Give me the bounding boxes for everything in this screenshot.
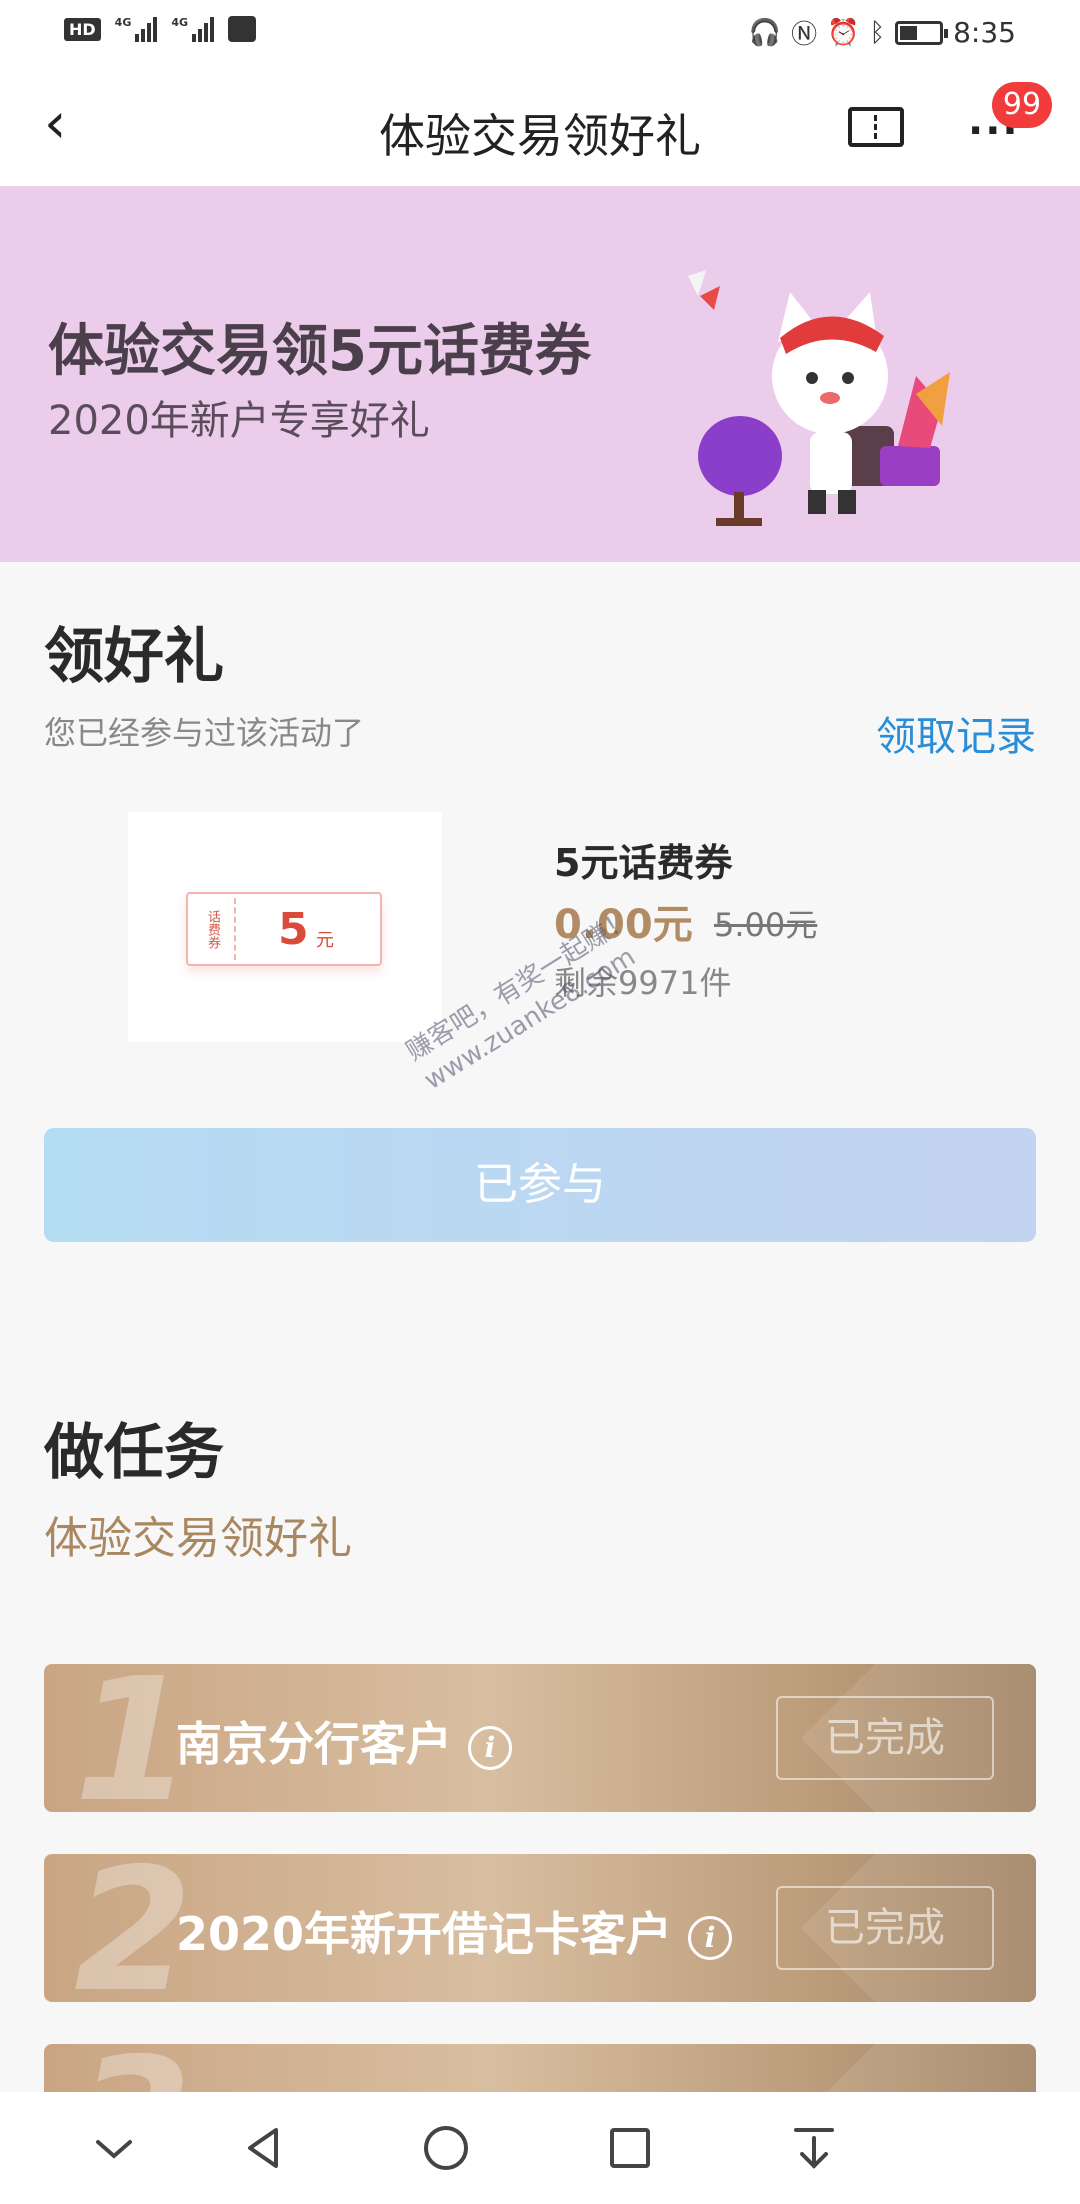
task-label-text: 2020年新开借记卡客户: [176, 1907, 673, 1961]
task-section-subtitle: 体验交易领好礼: [44, 1513, 352, 1564]
message-count-badge: 99: [992, 82, 1052, 128]
product-name: 5元话费券: [554, 841, 733, 885]
ticket-icon[interactable]: [848, 107, 904, 147]
task-status-button[interactable]: 已完成: [776, 1696, 994, 1780]
task-card[interactable]: 1 南京分行客户 i 已完成: [44, 1664, 1036, 1812]
clock: 8:35: [953, 16, 1016, 49]
task-number: 2: [74, 1854, 193, 2002]
info-icon[interactable]: i: [468, 1725, 512, 1770]
product-original-price: 5.00元: [714, 906, 818, 944]
signal-icon: 4G: [115, 16, 158, 42]
status-right: 🎧 Ⓝ ⏰ ᛒ 8:35: [749, 14, 1016, 51]
home-circle-icon[interactable]: [416, 2118, 476, 2178]
network-type-label: 4G: [171, 16, 189, 29]
task-label: 2020年新开借记卡客户 i: [176, 1898, 733, 1964]
banner-subtitle: 2020年新户专享好礼: [48, 398, 430, 444]
claim-records-link[interactable]: 领取记录: [876, 704, 1036, 762]
coupon-image: 话费券 5 元: [128, 812, 442, 1042]
notification-icon: [228, 16, 257, 42]
coupon-ticket: 话费券 5 元: [186, 892, 382, 966]
task-label: 南京分行客户 i: [176, 1708, 512, 1774]
notification-pulldown-icon[interactable]: [784, 2118, 844, 2178]
headset-icon: 🎧: [748, 17, 782, 48]
coupon-unit: 元: [316, 930, 334, 951]
gift-section-title: 领好礼: [44, 622, 224, 692]
nfc-icon: Ⓝ: [791, 20, 818, 50]
task-card[interactable]: 2 2020年新开借记卡客户 i 已完成: [44, 1854, 1036, 2002]
alarm-icon: ⏰: [827, 17, 860, 48]
battery-icon: [895, 20, 949, 45]
task-section-title: 做任务: [44, 1418, 224, 1488]
recents-square-icon[interactable]: [600, 2118, 660, 2178]
cat-magician-illustration: [688, 270, 950, 526]
info-icon[interactable]: i: [688, 1915, 733, 1960]
hd-indicator: HD: [64, 17, 101, 41]
navigation-bar: ‹ 体验交易领好礼 ··· 99: [0, 66, 1080, 186]
participation-note: 您已经参与过该活动了: [44, 714, 365, 752]
task-status-button[interactable]: 已完成: [776, 1886, 994, 1970]
system-navigation-bar: [0, 2092, 1080, 2204]
status-bar: HD 4G 4G 🎧 Ⓝ ⏰ ᛒ 8:35: [0, 0, 1080, 66]
back-triangle-icon[interactable]: [234, 2118, 294, 2178]
promo-banner: 体验交易领5元话费券 2020年新户专享好礼: [0, 186, 1080, 562]
status-left: HD 4G 4G: [64, 16, 257, 42]
coupon-amount: 5: [278, 904, 309, 955]
bluetooth-icon: ᛒ: [869, 17, 886, 48]
chevron-down-icon[interactable]: [84, 2118, 144, 2178]
signal-icon: 4G: [171, 16, 215, 42]
joined-button[interactable]: 已参与: [44, 1128, 1036, 1242]
network-type-label: 4G: [114, 16, 132, 29]
task-number: 1: [74, 1664, 193, 1812]
page-title: 体验交易领好礼: [379, 109, 701, 163]
task-label-text: 南京分行客户: [176, 1717, 452, 1771]
banner-title: 体验交易领5元话费券: [48, 319, 591, 384]
coupon-stub-label: 话费券: [192, 898, 236, 960]
